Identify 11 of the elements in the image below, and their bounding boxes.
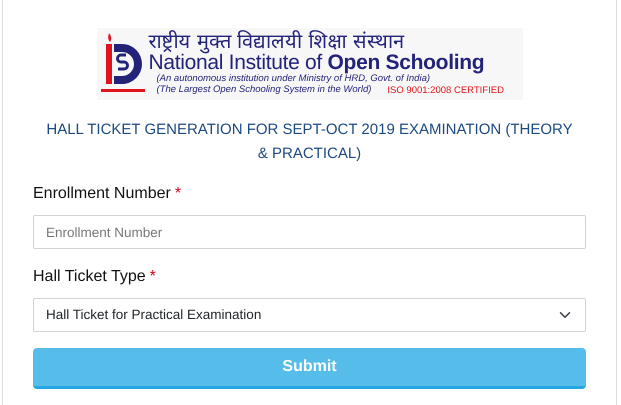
logo-hindi-name: राष्ट्रीय मुक्त विद्यालयी शिक्षा संस्थान <box>148 30 406 52</box>
required-mark: * <box>150 267 156 287</box>
field-label: Enrollment Number <box>33 184 171 204</box>
hall-ticket-type-select[interactable]: Hall Ticket for Practical Examination <box>33 298 586 332</box>
enrollment-input-field[interactable]: Enrollment Number <box>33 215 586 249</box>
logo-subtitle: (An autonomous institution under Ministry of HRD, Govt. of India) <box>156 72 430 84</box>
certification-text: ISO 9001:2008 CERTIFIED <box>387 84 504 98</box>
field-label: Hall Ticket Type <box>33 267 146 287</box>
page-title: HALL TICKET GENERATION FOR SEPT-OCT 2019 EXAMINATION (THEORY & PRACTICAL) <box>45 120 574 164</box>
logo-tagline: (The Largest Open Schooling System in the World) <box>156 84 372 97</box>
required-mark: * <box>174 184 182 204</box>
